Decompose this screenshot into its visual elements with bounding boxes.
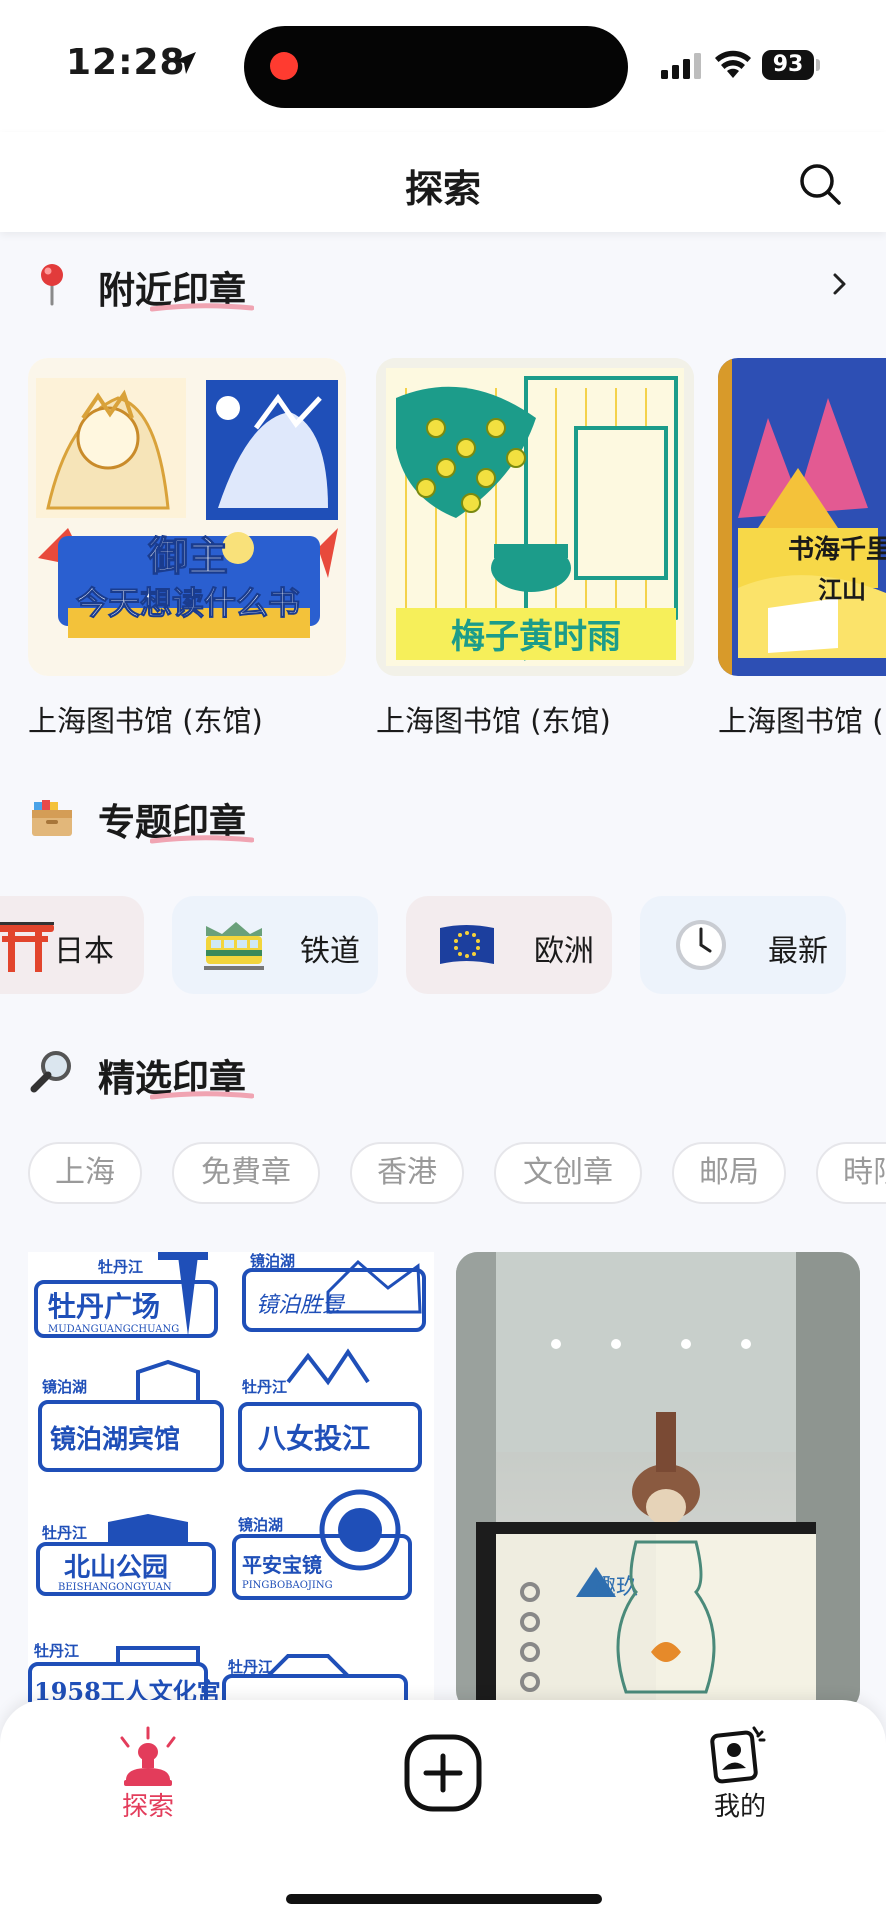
add-stamp-button[interactable] xyxy=(404,1734,482,1812)
feed-stamp-text: 镜泊湖宾馆 xyxy=(50,1424,180,1455)
section-header-topics: 专题印章 xyxy=(0,782,886,852)
filter-chip[interactable]: 文创章 xyxy=(494,1142,642,1204)
feed-stamp-text: 牡丹广场 xyxy=(48,1290,160,1323)
stamp-text-main: 御主 xyxy=(147,533,228,580)
stamp-image: 梅子黄时雨 xyxy=(376,358,694,676)
page-title: 探索 xyxy=(404,167,481,211)
feed-stamp-subtext: PINGBOBAOJING xyxy=(242,1580,333,1591)
stamp-text-sub: 今天想读什么书 xyxy=(76,584,300,622)
topic-label: 最新 xyxy=(768,934,828,969)
topic-railway[interactable]: 铁道 xyxy=(172,896,378,994)
feed-stamp-text: 八女投江 xyxy=(258,1422,370,1455)
stamp-tag: 镜泊湖 xyxy=(250,1252,295,1270)
tab-label-me[interactable]: 我的 xyxy=(692,1786,788,1823)
stamp-text-main: 梅子黄时雨 xyxy=(451,617,621,657)
profile-passport-icon[interactable] xyxy=(706,1722,770,1788)
title-underline-decoration xyxy=(150,835,254,844)
featured-post-image-photo[interactable]: 趣玖 xyxy=(456,1252,860,1702)
chevron-right-icon[interactable] xyxy=(824,266,856,302)
stamp-tag: 牡丹江 xyxy=(228,1658,273,1676)
topic-europe[interactable]: 欧洲 xyxy=(406,896,612,994)
stamp-tag: 镜泊湖 xyxy=(238,1516,283,1534)
train-icon xyxy=(204,922,264,970)
topic-label: 欧洲 xyxy=(534,934,594,969)
topic-label: 铁道 xyxy=(300,934,360,969)
search-icon[interactable] xyxy=(796,160,844,208)
stamp-tag: 牡丹江 xyxy=(242,1378,287,1396)
location-arrow-icon xyxy=(174,52,196,74)
status-time: 12:28 xyxy=(66,42,186,83)
featured-post-image-stamps[interactable]: 牡丹江 牡丹广场 MUDANGUANGCHUANG 镜泊湖 镜泊胜景 镜泊湖 镜… xyxy=(28,1252,434,1702)
section-header-featured: 精选印章 xyxy=(0,1038,886,1108)
card-location-label: 上海图书馆 (东馆) xyxy=(28,704,263,738)
topic-chips-carousel[interactable]: 日本 铁道 欧洲 最新 xyxy=(0,896,886,996)
stamp-tag: 牡丹江 xyxy=(34,1642,79,1660)
status-bar: 12:28 93 xyxy=(0,0,886,132)
clock-icon xyxy=(676,920,726,970)
card-location-label: 上海图书馆 (东馆) xyxy=(376,704,611,738)
stamp-text-sub: 江山 xyxy=(818,575,866,604)
topic-latest[interactable]: 最新 xyxy=(640,896,846,994)
feed-stamp-subtext: MUDANGUANGCHUANG xyxy=(48,1324,179,1335)
filter-chip[interactable]: 免費章 xyxy=(172,1142,320,1204)
nearby-stamp-card[interactable]: 御主 今天想读什么书 上海图书馆 (东馆) xyxy=(28,358,346,738)
topic-japan[interactable]: 日本 xyxy=(0,896,144,994)
cellular-signal-icon xyxy=(661,53,701,79)
feed-stamp-text: 北山公园 xyxy=(64,1553,168,1583)
stamp-text-main: 书海千里 xyxy=(788,535,886,565)
filter-chip[interactable]: 邮局 xyxy=(672,1142,786,1204)
recording-indicator-icon xyxy=(270,52,298,80)
tab-label-explore[interactable]: 探索 xyxy=(100,1786,196,1823)
filter-chip[interactable]: 香港 xyxy=(350,1142,464,1204)
nearby-stamp-card[interactable]: 书海千里 江山 上海图书馆 ( xyxy=(718,358,886,738)
topic-label: 日本 xyxy=(54,934,114,969)
folder-box-icon xyxy=(32,800,72,836)
featured-stamps-feed: 牡丹江 牡丹广场 MUDANGUANGCHUANG 镜泊湖 镜泊胜景 镜泊湖 镜… xyxy=(0,1252,886,1702)
stamp-image: 御主 今天想读什么书 xyxy=(28,358,346,676)
stamp-tag: 牡丹江 xyxy=(98,1258,143,1276)
bottom-tab-bar: 探索 我的 xyxy=(0,1700,886,1920)
nearby-stamp-card[interactable]: 梅子黄时雨 上海图书馆 (东馆) xyxy=(376,358,694,738)
filter-chips-row[interactable]: 上海 免費章 香港 文创章 邮局 時限 xyxy=(0,1142,886,1210)
home-indicator xyxy=(286,1894,602,1904)
map-pin-icon xyxy=(41,264,63,306)
nearby-stamps-carousel[interactable]: 御主 今天想读什么书 上海图书馆 (东馆) 梅子黄时雨 上海图书馆 (东馆) 书… xyxy=(0,358,886,738)
wifi-icon xyxy=(715,50,751,78)
magnifier-icon xyxy=(30,1051,71,1093)
stamp-image: 书海千里 江山 xyxy=(718,358,886,676)
feed-stamp-subtext: BEISHANGONGYUAN xyxy=(58,1582,172,1593)
stamp-tag: 牡丹江 xyxy=(42,1524,87,1542)
title-underline-decoration xyxy=(150,1091,254,1100)
feed-stamp-text: 镜泊胜景 xyxy=(256,1293,346,1318)
dynamic-island xyxy=(244,26,628,108)
section-header-nearby[interactable]: 附近印章 xyxy=(0,250,886,320)
battery-tip xyxy=(816,59,820,71)
filter-chip[interactable]: 上海 xyxy=(28,1142,142,1204)
feed-stamp-text: 平安宝镜 xyxy=(242,1553,322,1577)
filter-chip[interactable]: 時限 xyxy=(816,1142,886,1204)
top-navigation-bar: 探索 xyxy=(0,132,886,232)
feed-stamp-text: 1958工人文化宫 xyxy=(34,1677,221,1702)
eu-flag-icon xyxy=(440,925,494,964)
card-location-label: 上海图书馆 ( xyxy=(718,704,884,738)
battery-indicator: 93 xyxy=(762,50,814,80)
title-underline-decoration xyxy=(150,303,254,312)
torii-icon xyxy=(0,922,54,972)
stamp-tag: 镜泊湖 xyxy=(42,1378,87,1396)
